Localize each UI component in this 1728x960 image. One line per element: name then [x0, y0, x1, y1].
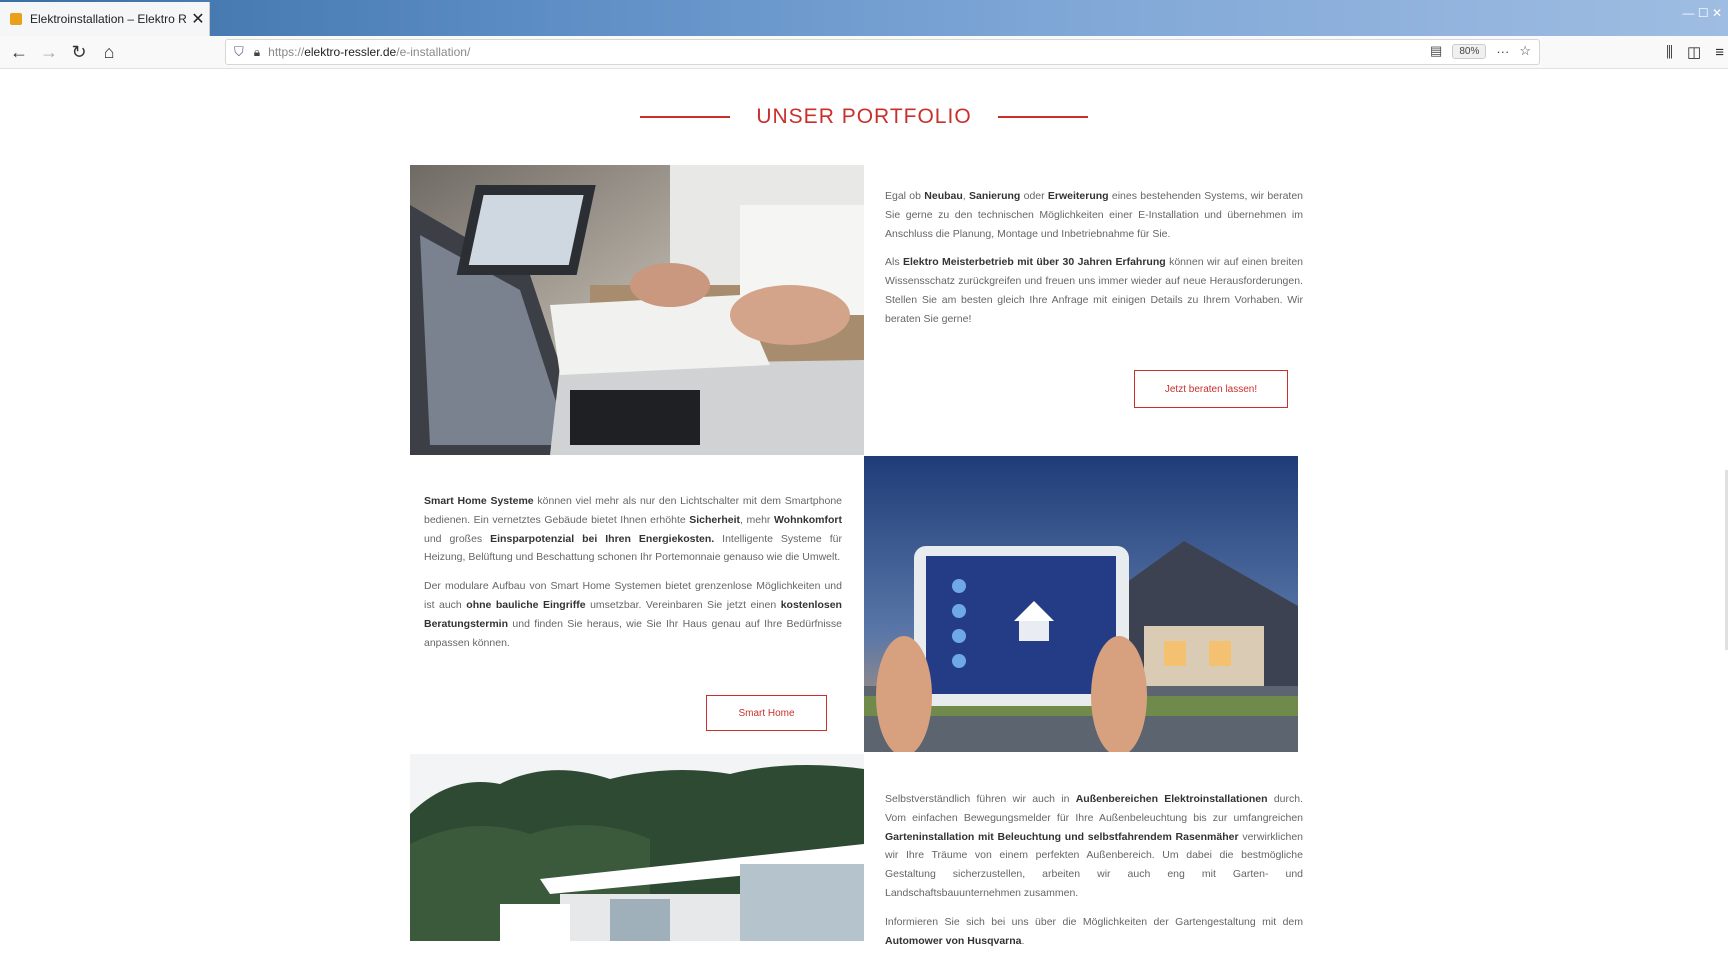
bookmark-star-icon[interactable]: ☆	[1519, 43, 1531, 59]
lock-icon[interactable]: 🔒︎	[254, 45, 260, 60]
heading-line-right	[997, 116, 1088, 118]
library-icon[interactable]: ⫼	[1666, 44, 1673, 61]
url-domain: elektro-ressler.de	[304, 45, 397, 59]
browser-tabbar: Elektroinstallation – Elektro Re… ✕ — ☐ …	[0, 0, 1728, 36]
section3-paragraph1: Selbstverständlich führen wir auch in Au…	[885, 793, 1304, 899]
section2-text: Smart Home Systeme können viel mehr als …	[424, 492, 842, 662]
url-prefix: https://	[268, 45, 305, 59]
smart-home-button[interactable]: Smart Home	[706, 695, 827, 731]
back-icon[interactable]: ←	[4, 37, 34, 67]
section3-paragraph2: Informieren Sie sich bei uns über die Mö…	[885, 915, 1303, 947]
url-bar[interactable]: ⛉ 🔒︎ https:// elektro-ressler.de /e-inst…	[225, 39, 1540, 65]
portfolio-heading: UNSER PORTFOLIO	[0, 105, 1728, 129]
close-tab-icon[interactable]: ✕	[187, 9, 209, 29]
section1-paragraph1: Egal ob Neubau, Sanierung oder Erweiteru…	[885, 190, 1304, 240]
tab-title: Elektroinstallation – Elektro Re…	[30, 12, 187, 26]
site-favicon-icon	[10, 13, 22, 25]
reader-icon[interactable]: ▤	[1430, 43, 1442, 59]
consultation-button[interactable]: Jetzt beraten lassen!	[1134, 370, 1288, 408]
menu-icon[interactable]: ≡	[1715, 44, 1724, 61]
window-controls[interactable]: — ☐ ✕	[1683, 6, 1722, 20]
browser-navbar: ← → ↻ ⌂ ⛉ 🔒︎ https:// elektro-ressler.de…	[0, 36, 1728, 69]
more-icon[interactable]: ···	[1496, 44, 1509, 59]
forward-icon[interactable]: →	[34, 37, 64, 67]
shield-icon[interactable]: ⛉	[234, 44, 244, 60]
smart-home-tablet-image	[864, 456, 1298, 752]
section2-paragraph2: Der modulare Aufbau von Smart Home Syste…	[424, 580, 842, 649]
sidebar-icon[interactable]: ◫	[1687, 43, 1701, 61]
url-path: /e-installation/	[396, 45, 471, 59]
reload-icon[interactable]: ↻	[64, 37, 94, 67]
section1-text: Egal ob Neubau, Sanierung oder Erweiteru…	[885, 187, 1303, 339]
heading-line-left	[640, 116, 731, 118]
office-laptop-image	[410, 165, 864, 455]
toolbar-icons: ⫼ ◫ ≡	[1666, 36, 1728, 68]
section1-paragraph2: Als Elektro Meisterbetrieb mit über 30 J…	[885, 256, 1304, 325]
zoom-indicator[interactable]: 80%	[1452, 43, 1487, 59]
section3-text: Selbstverständlich führen wir auch in Au…	[885, 790, 1303, 960]
page-title: UNSER PORTFOLIO	[756, 105, 972, 128]
home-icon[interactable]: ⌂	[94, 37, 124, 67]
section2-paragraph1: Smart Home Systeme können viel mehr als …	[424, 495, 842, 564]
browser-tab[interactable]: Elektroinstallation – Elektro Re… ✕	[0, 2, 210, 36]
modern-house-image	[410, 754, 864, 941]
